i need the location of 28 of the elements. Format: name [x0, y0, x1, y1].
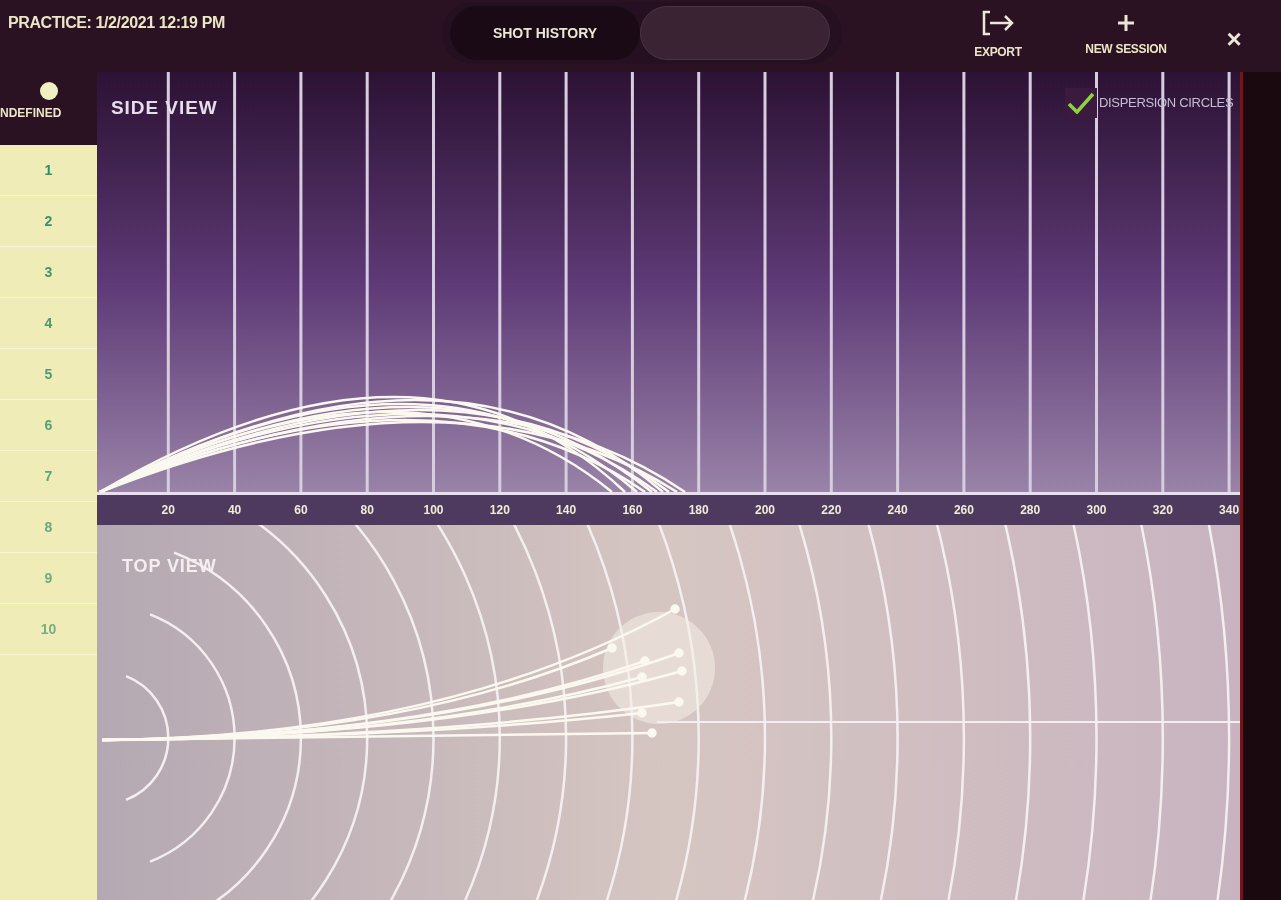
export-icon	[980, 9, 1016, 37]
axis-label: 160	[621, 502, 644, 519]
plus-icon	[1115, 12, 1137, 34]
axis-label: 340	[1218, 502, 1241, 519]
check-icon	[1067, 92, 1095, 114]
axis-label: 180	[687, 502, 710, 519]
tab[interactable]: SHOT HISTORY	[450, 6, 640, 60]
session-title: PRACTICE: 1/2/2021 12:19 PM	[8, 13, 225, 33]
axis-label: 120	[488, 502, 511, 519]
axis-label: 280	[1019, 502, 1042, 519]
close-button[interactable]: ×	[1216, 20, 1252, 54]
axis-label: 320	[1151, 502, 1174, 519]
axis-label: 40	[226, 502, 243, 519]
axis-label: 300	[1085, 502, 1108, 519]
club-label: NDEFINED	[0, 105, 62, 122]
axis-label: 220	[820, 502, 843, 519]
checkbox[interactable]	[1065, 88, 1097, 118]
axis-label: 20	[160, 502, 176, 519]
axis-label: 240	[886, 502, 909, 519]
axis-label: 100	[422, 502, 445, 519]
axis-label: 140	[555, 502, 578, 519]
axis-label: 60	[293, 502, 309, 519]
axis-label: 200	[754, 502, 776, 519]
club-header[interactable]: NDEFINED	[0, 72, 97, 145]
axis-label: 80	[359, 502, 375, 519]
export-button[interactable]: EXPORT	[960, 4, 1036, 66]
axis-label: 260	[952, 502, 975, 519]
add-button[interactable]: NEW SESSION	[1056, 4, 1196, 66]
